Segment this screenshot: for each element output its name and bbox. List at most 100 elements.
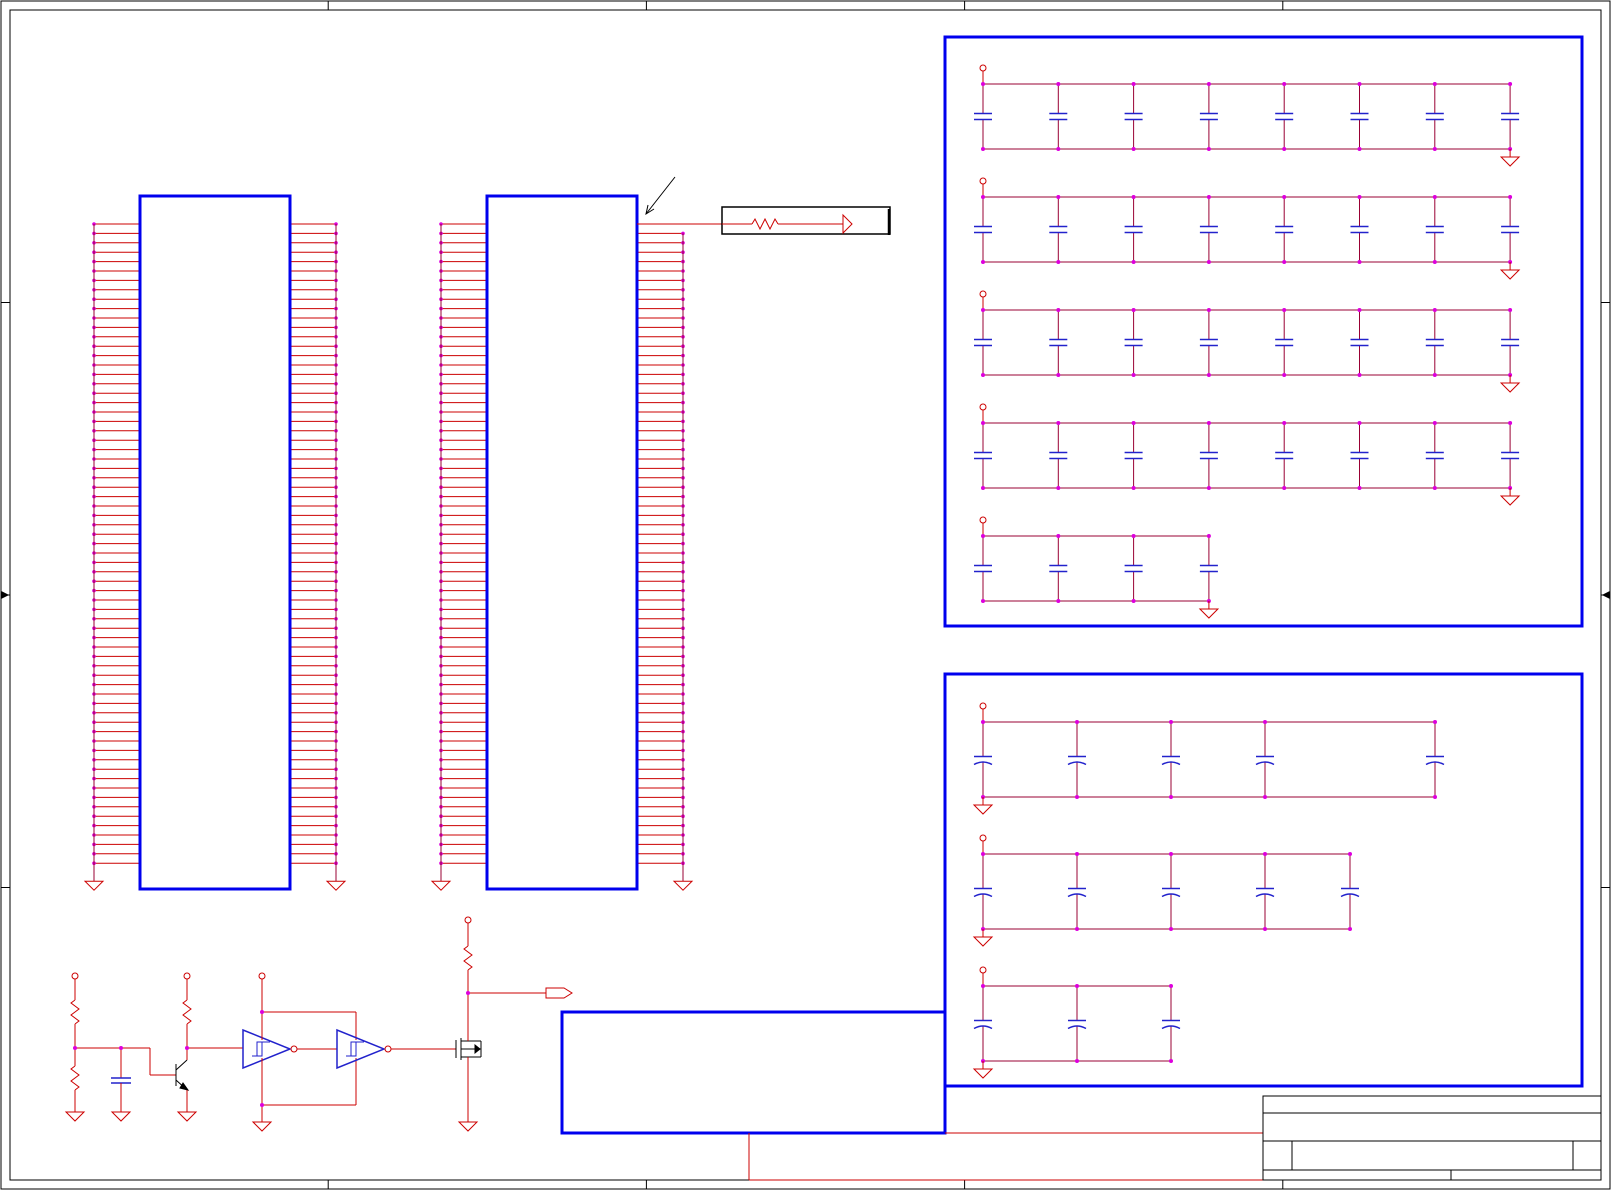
decoupling-capacitor (1124, 112, 1143, 121)
divider-resistor-top (70, 999, 80, 1025)
ground-symbol (430, 880, 452, 891)
junction (1056, 373, 1061, 377)
decoupling-capacitor (1275, 451, 1294, 460)
mosfet (455, 1038, 482, 1060)
decoupling-block-2-border (943, 672, 1584, 1088)
decoupling-capacitor (1501, 112, 1520, 121)
junction (1508, 82, 1513, 86)
junction (1263, 795, 1267, 799)
junction (1075, 852, 1079, 856)
drain-resistor (463, 945, 473, 971)
junction (1206, 195, 1211, 199)
decoupling-capacitor (1275, 338, 1294, 347)
junction (1357, 486, 1362, 490)
supply-marker (979, 966, 987, 974)
decoupling-capacitor (974, 564, 992, 573)
junction (1432, 82, 1437, 86)
junction (1056, 195, 1061, 199)
decoupling-capacitor (1501, 338, 1520, 347)
divider-resistor-bottom (70, 1065, 80, 1091)
junction (1206, 373, 1211, 377)
junction (981, 599, 985, 603)
schematic-sheet (0, 0, 1611, 1190)
junction (1131, 308, 1136, 312)
junction (1348, 927, 1352, 931)
junction (1131, 534, 1136, 538)
decoupling-capacitor (1350, 338, 1369, 347)
junction (1131, 486, 1136, 490)
junction (1056, 147, 1061, 151)
supply-marker (979, 834, 987, 842)
junction (981, 195, 985, 199)
junction (1282, 82, 1287, 86)
decoupling-block-1 (943, 35, 1584, 628)
junction (1056, 260, 1061, 264)
decoupling-capacitor (974, 451, 992, 460)
capacitor-row (974, 403, 1521, 506)
decoupling-capacitor (1501, 225, 1520, 234)
decoupling-capacitor (1199, 112, 1218, 121)
supply-marker (979, 516, 987, 524)
junction (1131, 421, 1136, 425)
supply-marker (979, 403, 987, 411)
ground-symbol (1499, 382, 1521, 393)
junction (1056, 308, 1061, 312)
decoupling-capacitor (1049, 564, 1068, 573)
ground-symbol (325, 880, 347, 891)
junction (1433, 795, 1437, 799)
junction (1263, 852, 1267, 856)
junction (1206, 82, 1211, 86)
junction (1075, 927, 1079, 931)
capacitor-row (974, 177, 1521, 280)
junction (1432, 486, 1437, 490)
note-box (560, 1010, 947, 1135)
resistor-symbol (751, 217, 779, 231)
junction (1169, 1059, 1173, 1063)
junction (1282, 195, 1287, 199)
junction (981, 82, 985, 86)
decoupling-capacitor (1275, 112, 1294, 121)
junction (1056, 534, 1061, 538)
junction (1056, 82, 1061, 86)
junction (1056, 599, 1061, 603)
junction (1432, 147, 1437, 151)
supply-marker (979, 177, 987, 185)
connector-a-body (138, 194, 292, 891)
title-block (748, 1095, 1602, 1181)
junction (1508, 421, 1513, 425)
junction (1131, 260, 1136, 264)
decoupling-capacitor (974, 112, 992, 121)
junction (1508, 308, 1513, 312)
junction (1357, 195, 1362, 199)
capacitor-row (974, 516, 1220, 619)
capacitor-row (972, 834, 1360, 947)
schematic-canvas (0, 0, 1611, 1190)
junction (1263, 720, 1267, 724)
junction (981, 720, 985, 724)
junction (1282, 486, 1287, 490)
decoupling-capacitor (1275, 225, 1294, 234)
junction (1508, 195, 1513, 199)
supply-marker (979, 64, 987, 72)
junction (1348, 852, 1352, 856)
junction (1357, 147, 1362, 151)
decoupling-block-1-border (943, 35, 1584, 628)
decoupling-capacitor (974, 225, 992, 234)
decoupling-capacitor (1124, 451, 1143, 460)
capacitor-row (972, 966, 1181, 1079)
decoupling-capacitor (1425, 225, 1444, 234)
decoupling-capacitor (1350, 225, 1369, 234)
junction (1056, 486, 1061, 490)
junction (1056, 421, 1061, 425)
junction (1432, 308, 1437, 312)
filter-capacitor (111, 1077, 131, 1084)
junction (981, 147, 985, 151)
junction (1169, 720, 1173, 724)
junction (1131, 195, 1136, 199)
junction (1282, 308, 1287, 312)
ground-symbol (972, 936, 994, 947)
capacitor-row (972, 702, 1445, 815)
junction (1263, 927, 1267, 931)
ground-symbol (1198, 608, 1220, 619)
junction (1432, 421, 1437, 425)
